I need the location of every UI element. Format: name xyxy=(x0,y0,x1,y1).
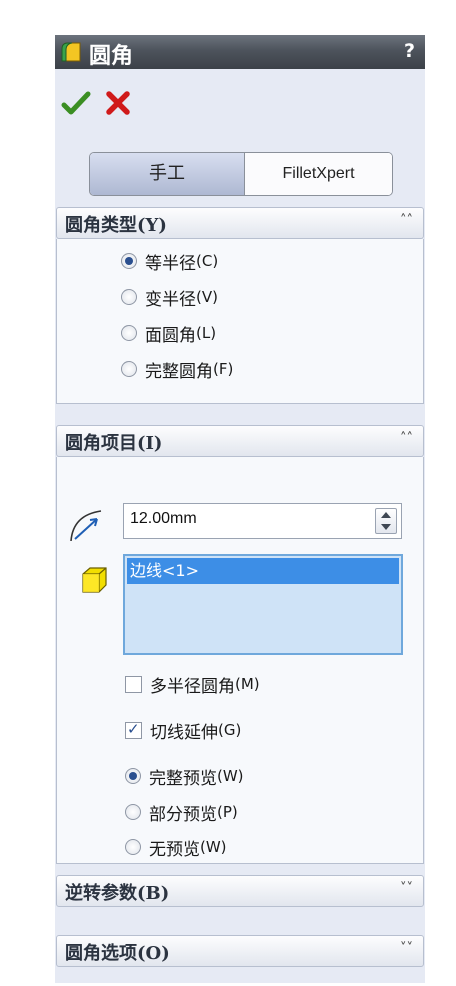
edges-list[interactable]: 边线<1> xyxy=(123,554,403,655)
radio-partial-preview[interactable]: 部分预览 (P) xyxy=(125,800,238,825)
group-title: 圆角选项(O) xyxy=(65,943,170,964)
setback-header[interactable]: 逆转参数(B) ˅˅ xyxy=(56,875,424,907)
group-title: 逆转参数(B) xyxy=(65,883,170,904)
radius-icon xyxy=(70,510,102,542)
radio-full-round[interactable]: 完整圆角 (F) xyxy=(121,357,233,382)
fillet-options-header[interactable]: 圆角选项(O) ˅˅ xyxy=(56,935,424,967)
radio-icon[interactable] xyxy=(121,289,137,305)
radio-icon[interactable] xyxy=(125,804,141,820)
ok-check-icon[interactable] xyxy=(61,88,91,118)
radio-variable-radius[interactable]: 变半径 (V) xyxy=(121,285,218,310)
cancel-x-icon[interactable] xyxy=(103,88,133,118)
mode-tabs: 手工 FilletXpert xyxy=(89,152,393,196)
edges-selection-icon xyxy=(82,567,107,593)
fillet-items-header[interactable]: 圆角项目(I) ˄˄ xyxy=(56,425,424,457)
list-item[interactable]: 边线<1> xyxy=(127,558,399,584)
title-bar: 圆角 ? xyxy=(55,35,425,69)
collapse-chevron-icon[interactable]: ˄˄ xyxy=(400,431,413,446)
setback-group: 逆转参数(B) ˅˅ xyxy=(56,875,424,907)
group-title: 圆角项目(I) xyxy=(65,433,163,454)
checkbox-tangent-propagation[interactable]: 切线延伸(G) xyxy=(125,718,241,743)
spin-down-icon[interactable] xyxy=(381,524,391,530)
radio-icon[interactable] xyxy=(125,839,141,855)
fillet-items-group: 圆角项目(I) ˄˄ 12.00mm 边线<1> 多半径圆角 (M) ✓ 切线延… xyxy=(56,425,424,864)
radio-face-fillet[interactable]: 面圆角 (L) xyxy=(121,321,216,346)
radio-constant-radius[interactable]: 等半径 (C) xyxy=(121,249,218,274)
property-manager-panel: 圆角 ? 手工 FilletXpert 圆角类型(Y) ˄˄ 等半径 (C) 变半… xyxy=(55,35,425,983)
tab-filletxpert[interactable]: FilletXpert xyxy=(245,153,392,195)
checkbox-icon[interactable] xyxy=(125,720,142,739)
radio-full-preview[interactable]: 完整预览 (W) xyxy=(125,764,244,789)
expand-chevron-icon[interactable]: ˅˅ xyxy=(400,881,413,896)
fillet-type-body: 等半径 (C) 变半径 (V) 面圆角 (L) 完整圆角 (F) xyxy=(56,239,424,404)
expand-chevron-icon[interactable]: ˅˅ xyxy=(400,941,413,956)
tab-manual[interactable]: 手工 xyxy=(90,153,245,195)
help-button[interactable]: ? xyxy=(404,40,415,62)
fillet-type-header[interactable]: 圆角类型(Y) ˄˄ xyxy=(56,207,424,239)
panel-title: 圆角 xyxy=(89,44,134,69)
radius-input[interactable]: 12.00mm xyxy=(123,503,402,539)
radio-icon[interactable] xyxy=(121,325,137,341)
radius-spinner[interactable] xyxy=(375,508,397,534)
fillet-items-body: 12.00mm 边线<1> 多半径圆角(M) 切线延 xyxy=(56,457,424,864)
radio-icon[interactable] xyxy=(125,768,141,784)
spin-up-icon[interactable] xyxy=(381,512,391,518)
fillet-type-group: 圆角类型(Y) ˄˄ 等半径 (C) 变半径 (V) 面圆角 (L) 完整圆角 (F) xyxy=(56,207,424,404)
radio-icon[interactable] xyxy=(121,253,137,269)
group-title: 圆角类型(Y) xyxy=(65,215,167,236)
fillet-options-group: 圆角选项(O) ˅˅ xyxy=(56,935,424,967)
collapse-chevron-icon[interactable]: ˄˄ xyxy=(400,213,413,228)
checkbox-multi-radius[interactable]: 多半径圆角 (M) xyxy=(125,672,260,697)
radio-no-preview[interactable]: 无预览 (W) xyxy=(125,835,227,860)
fillet-feature-icon xyxy=(61,42,81,62)
checkbox-icon[interactable] xyxy=(125,675,142,693)
radio-icon[interactable] xyxy=(121,361,137,377)
